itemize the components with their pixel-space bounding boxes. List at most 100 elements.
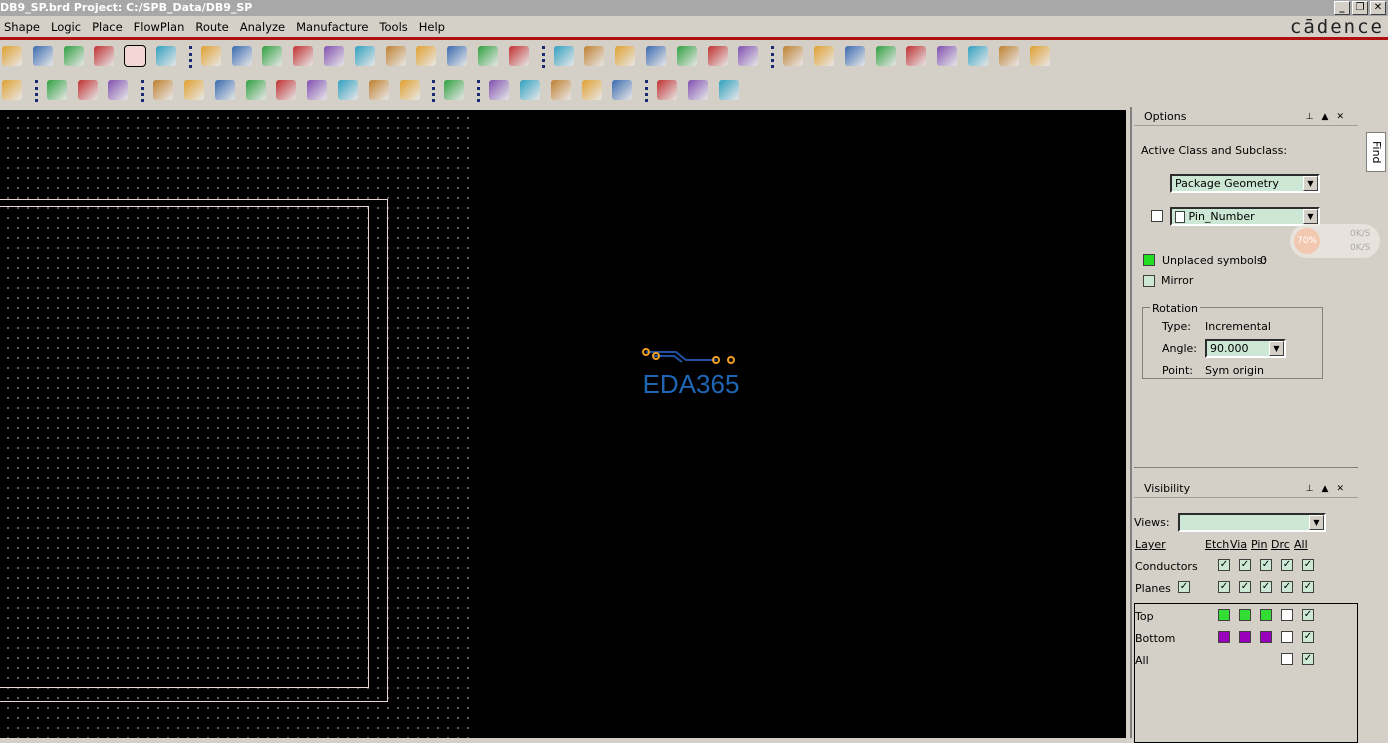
panel-controls[interactable]: ⊥▲✕ [1306, 480, 1352, 498]
pin-icon[interactable] [156, 46, 176, 66]
restore-button[interactable]: ❐ [1352, 1, 1368, 15]
windows-icon[interactable] [657, 80, 678, 100]
active-class-label: Active Class and Subclass: [1141, 144, 1288, 157]
visibility-checkbox[interactable]: ✓ [1302, 559, 1314, 571]
visibility-checkbox[interactable]: ✓ [1260, 581, 1272, 593]
toolbar-separator [541, 46, 545, 68]
route-icon[interactable] [444, 80, 465, 100]
menu-place[interactable]: Place [92, 20, 123, 34]
find-tab[interactable]: Find [1366, 132, 1386, 172]
odb-icon[interactable] [153, 80, 174, 100]
zoom-prev-icon[interactable] [385, 46, 406, 66]
zoom-out-icon[interactable] [354, 46, 375, 66]
dfa-icon[interactable] [707, 46, 728, 66]
check-icon[interactable] [581, 80, 602, 100]
class-dropdown[interactable]: Package Geometry ▼ [1170, 174, 1320, 193]
help-icon[interactable] [718, 80, 739, 100]
stack-icon[interactable] [646, 46, 666, 66]
column-drc[interactable]: Drc [1271, 538, 1290, 551]
delete-icon[interactable] [2, 80, 22, 100]
logo-text: EDA365 [642, 369, 740, 399]
bars-icon[interactable] [968, 46, 988, 66]
undo-icon[interactable] [2, 46, 22, 66]
visibility-checkbox[interactable]: ✓ [1281, 559, 1293, 571]
visibility-checkbox[interactable]: ✓ [1260, 559, 1272, 571]
column-via[interactable]: Via [1230, 538, 1247, 551]
split-icon[interactable] [184, 80, 204, 100]
subclass-color-checkbox[interactable] [1151, 210, 1163, 222]
grid-icon[interactable] [200, 46, 221, 66]
mirror-checkbox[interactable] [1143, 275, 1155, 287]
minimize-button[interactable]: _ [1334, 1, 1350, 15]
menu-logic[interactable]: Logic [51, 20, 81, 34]
class-value: Package Geometry [1175, 177, 1279, 190]
zoom-fit-icon[interactable] [293, 46, 314, 66]
layers-icon[interactable] [615, 46, 636, 66]
measure-icon[interactable] [844, 46, 865, 66]
column-etch[interactable]: Etch [1205, 538, 1229, 551]
book-icon[interactable] [520, 80, 540, 100]
visibility-checkbox[interactable]: ✓ [1239, 559, 1251, 571]
dim-icon[interactable] [77, 80, 98, 100]
zoom-world-icon[interactable] [416, 46, 437, 66]
menu-shape[interactable]: Shape [4, 20, 40, 34]
array-icon[interactable] [399, 80, 420, 100]
drc-icon[interactable] [1029, 46, 1050, 66]
matrix-icon[interactable] [338, 80, 358, 100]
menu-help[interactable]: Help [419, 20, 445, 34]
shadow-icon[interactable] [937, 46, 958, 66]
component-icon[interactable] [46, 80, 67, 100]
visibility-checkbox[interactable]: ✓ [1302, 581, 1314, 593]
menu-manufacture[interactable]: Manufacture [296, 20, 368, 34]
tools-icon[interactable] [214, 80, 235, 100]
compare-icon[interactable] [550, 80, 571, 100]
mail-icon[interactable] [688, 80, 708, 100]
angle-dropdown[interactable]: 90.000 ▼ [1205, 339, 1286, 358]
subclass-value: Pin_Number [1188, 210, 1255, 223]
subclass-dropdown[interactable]: Pin_Number ▼ [1170, 207, 1320, 226]
timer-icon[interactable] [998, 46, 1019, 66]
visibility-checkbox[interactable]: ✓ [1218, 559, 1230, 571]
close-button[interactable]: ✕ [1370, 1, 1386, 15]
down-arrow-icon[interactable] [32, 46, 53, 66]
visibility-checkbox[interactable]: ✓ [1281, 581, 1293, 593]
camera-icon[interactable] [245, 80, 266, 100]
panel-controls[interactable]: ⊥▲✕ [1306, 108, 1352, 126]
views-dropdown[interactable]: ▼ [1178, 513, 1326, 532]
cm-icon[interactable] [676, 46, 697, 66]
menu-flowplan[interactable]: FlowPlan [134, 20, 185, 34]
shape-fill-icon[interactable] [124, 45, 147, 67]
column-all[interactable]: All [1294, 538, 1308, 551]
circuit-trace-icon [642, 348, 735, 364]
color-icon[interactable] [584, 46, 605, 66]
menu-analyze[interactable]: Analyze [240, 20, 285, 34]
refresh-icon[interactable] [447, 46, 468, 66]
down-arrow-icon[interactable] [94, 46, 115, 66]
design-canvas[interactable]: EDA365 [0, 110, 1126, 738]
options-title: Options [1144, 110, 1187, 123]
menu-route[interactable]: Route [195, 20, 228, 34]
3d-icon[interactable] [478, 46, 498, 66]
measure-line-icon[interactable] [108, 80, 129, 100]
light-icon[interactable] [906, 46, 927, 66]
wire-icon[interactable] [612, 80, 633, 100]
report-icon[interactable] [489, 80, 510, 100]
globe-icon[interactable] [738, 46, 759, 66]
flip-icon[interactable] [508, 46, 529, 66]
show-element-icon[interactable] [814, 46, 834, 66]
wand-icon[interactable] [875, 46, 896, 66]
menu-tools[interactable]: Tools [379, 20, 407, 34]
testpoint-icon[interactable] [368, 80, 389, 100]
zoom-window-icon[interactable] [262, 46, 283, 66]
info-icon[interactable] [783, 46, 804, 66]
visibility-checkbox[interactable]: ✓ [1239, 581, 1251, 593]
board-grid-icon[interactable] [231, 46, 252, 66]
zoom-in-icon[interactable] [324, 46, 344, 66]
list-icon[interactable] [307, 80, 328, 100]
redo-icon[interactable] [63, 46, 84, 66]
visibility-checkbox[interactable]: ✓ [1218, 581, 1230, 593]
grid-settings-icon[interactable] [553, 46, 574, 66]
column-pin[interactable]: Pin [1251, 538, 1267, 551]
planes-checkbox[interactable]: ✓ [1178, 581, 1190, 593]
renumber-icon[interactable] [276, 80, 297, 100]
